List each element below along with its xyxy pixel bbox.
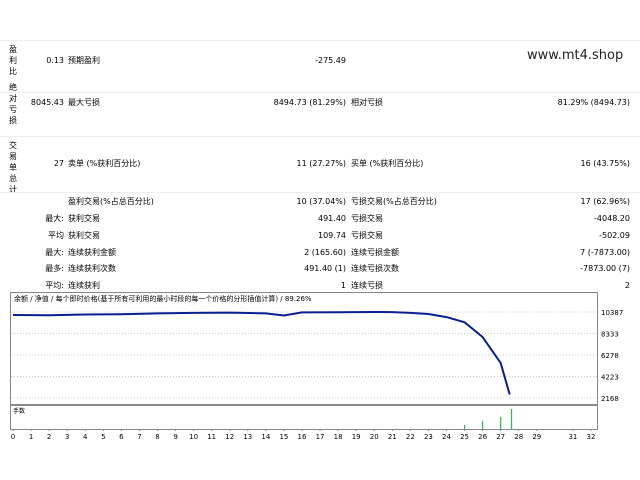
x-tick-label: 3 bbox=[65, 433, 69, 441]
max-consecutive-wins-value: 2 (165.60) bbox=[304, 248, 346, 257]
largest-loss-label: 亏损交易 bbox=[351, 214, 383, 223]
max-consecutive-losses-value: 7 (-7873.00) bbox=[580, 248, 630, 257]
average-profit-value: 109.74 bbox=[318, 231, 346, 240]
brand-watermark: www.mt4.shop bbox=[527, 48, 624, 63]
x-tick-label: 28 bbox=[514, 433, 523, 441]
profit-factor-label: 盈利比 bbox=[9, 45, 17, 76]
largest-prefix: 最大: bbox=[45, 214, 64, 223]
x-tick-label: 23 bbox=[424, 433, 433, 441]
avg-consecutive-losses-label: 连续亏损 bbox=[351, 281, 383, 290]
relative-drawdown-value: 81.29% (8494.73) bbox=[557, 98, 630, 107]
average-loss-value: -502.09 bbox=[599, 231, 630, 240]
profit-trades-label: 盈利交易(%占总百分比) bbox=[68, 197, 154, 206]
y-tick-label: 4223 bbox=[601, 373, 619, 381]
x-tick-label: 17 bbox=[316, 433, 325, 441]
x-tick-label: 5 bbox=[101, 433, 105, 441]
x-tick-label: 32 bbox=[587, 433, 596, 441]
maximal-consecutive-loss-value: -7873.00 (7) bbox=[580, 264, 630, 273]
maximal-consecutive-profit-value: 491.40 (1) bbox=[304, 264, 346, 273]
x-tick-label: 8 bbox=[155, 433, 159, 441]
y-tick-label: 8333 bbox=[601, 330, 619, 338]
x-tick-label: 29 bbox=[532, 433, 541, 441]
chart-legend: 余额 / 净值 / 每个即时价格(基于所有可利用的最小时段的每一个价格的分形插值… bbox=[14, 294, 312, 303]
maximal-consecutive-prefix: 最多: bbox=[45, 264, 64, 273]
long-positions-label: 买单 (%获利百分比) bbox=[351, 159, 424, 168]
average-loss-label: 亏损交易 bbox=[351, 231, 383, 240]
x-tick-label: 0 bbox=[11, 433, 15, 441]
maximal-consecutive-profit-label: 连续获利次数 bbox=[68, 264, 116, 273]
absolute-drawdown-label: 绝对亏损 bbox=[9, 83, 17, 125]
average-profit-label: 获利交易 bbox=[68, 231, 100, 240]
balance-chart-svg: 余额 / 净值 / 每个即时价格(基于所有可利用的最小时段的每一个价格的分形插值… bbox=[10, 292, 623, 441]
max-consecutive-losses-label: 连续亏损金额 bbox=[351, 248, 399, 257]
x-tick-label: 18 bbox=[334, 433, 343, 441]
x-tick-label: 6 bbox=[119, 433, 124, 441]
max-consecutive-wins-label: 连续获利金额 bbox=[68, 248, 116, 257]
max-consecutive-prefix: 最大: bbox=[45, 248, 64, 257]
maximal-consecutive-loss-label: 连续亏损次数 bbox=[351, 264, 399, 273]
x-tick-label: 22 bbox=[406, 433, 415, 441]
avg-consecutive-prefix: 平均: bbox=[45, 281, 64, 290]
x-tick-label: 24 bbox=[442, 433, 451, 441]
profit-trades-value: 10 (37.04%) bbox=[296, 197, 346, 206]
max-drawdown-value: 8494.73 (81.29%) bbox=[273, 98, 346, 107]
x-tick-label: 16 bbox=[298, 433, 307, 441]
expected-payoff-value: -275.49 bbox=[315, 56, 346, 65]
balance-chart: 余额 / 净值 / 每个即时价格(基于所有可利用的最小时段的每一个价格的分形插值… bbox=[10, 292, 630, 442]
x-tick-label: 7 bbox=[137, 433, 141, 441]
lots-chart-frame bbox=[10, 405, 598, 430]
max-drawdown-label: 最大亏损 bbox=[68, 98, 100, 107]
largest-profit-value: 491.40 bbox=[318, 214, 346, 223]
x-tick-label: 12 bbox=[225, 433, 234, 441]
absolute-drawdown-value: 8045.43 bbox=[30, 98, 64, 107]
total-trades-value: 27 bbox=[53, 159, 64, 168]
avg-consecutive-wins-label: 连续获利 bbox=[68, 281, 100, 290]
y-tick-label: 10387 bbox=[601, 309, 623, 317]
short-positions-label: 卖单 (%获利百分比) bbox=[68, 159, 141, 168]
x-tick-label: 27 bbox=[496, 433, 505, 441]
x-tick-label: 1 bbox=[29, 433, 33, 441]
x-tick-label: 19 bbox=[352, 433, 361, 441]
loss-trades-value: 17 (62.96%) bbox=[580, 197, 630, 206]
y-tick-label: 6278 bbox=[601, 352, 619, 360]
short-positions-value: 11 (27.27%) bbox=[296, 159, 346, 168]
total-trades-label: 交易单总计 bbox=[9, 141, 17, 194]
profit-factor-value: 0.13 bbox=[46, 56, 64, 65]
x-tick-label: 21 bbox=[388, 433, 397, 441]
x-tick-label: 10 bbox=[189, 433, 198, 441]
x-tick-label: 31 bbox=[568, 433, 577, 441]
x-tick-label: 2 bbox=[47, 433, 51, 441]
x-tick-label: 13 bbox=[243, 433, 252, 441]
x-tick-label: 25 bbox=[460, 433, 469, 441]
x-tick-label: 14 bbox=[261, 433, 270, 441]
avg-consecutive-wins-value: 1 bbox=[340, 281, 346, 290]
largest-loss-value: -4048.20 bbox=[594, 214, 630, 223]
expected-payoff-label: 预期盈利 bbox=[68, 56, 100, 65]
balance-chart-frame bbox=[10, 292, 598, 405]
loss-trades-label: 亏损交易(%占总百分比) bbox=[351, 197, 437, 206]
lots-label: 手数 bbox=[13, 407, 25, 415]
x-tick-label: 11 bbox=[207, 433, 216, 441]
relative-drawdown-label: 相对亏损 bbox=[351, 98, 383, 107]
x-tick-label: 15 bbox=[279, 433, 288, 441]
x-tick-label: 4 bbox=[83, 433, 88, 441]
x-tick-label: 9 bbox=[173, 433, 177, 441]
largest-profit-label: 获利交易 bbox=[68, 214, 100, 223]
x-tick-label: 26 bbox=[478, 433, 487, 441]
x-tick-label: 20 bbox=[370, 433, 379, 441]
average-prefix: 平均 bbox=[48, 231, 64, 240]
y-tick-label: 2168 bbox=[601, 395, 619, 403]
long-positions-value: 16 (43.75%) bbox=[580, 159, 630, 168]
avg-consecutive-losses-value: 2 bbox=[624, 281, 630, 290]
